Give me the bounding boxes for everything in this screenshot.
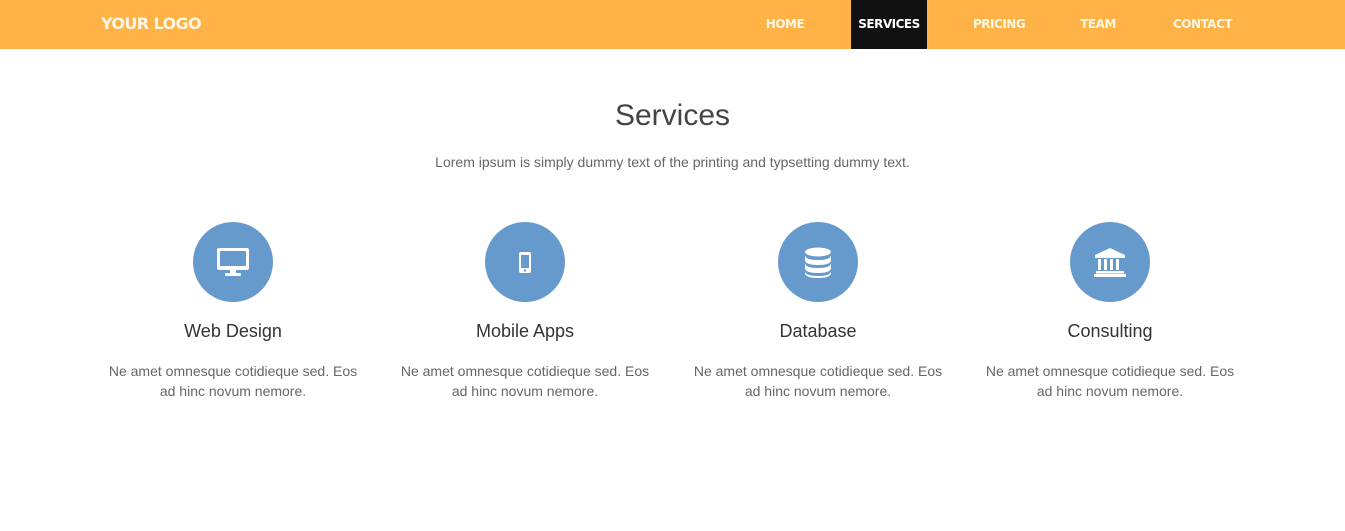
service-icon-circle (485, 222, 565, 302)
site-logo[interactable]: YOUR LOGO (101, 14, 202, 34)
service-card-web-design: Web Design Ne amet omnesque cotidieque s… (103, 222, 363, 401)
service-description: Ne amet omnesque cotidieque sed. Eos ad … (985, 363, 1235, 399)
top-navbar: YOUR LOGO HOME SERVICES PRICING TEAM CON… (0, 0, 1345, 49)
desktop-icon (217, 248, 249, 276)
service-card-consulting: Consulting Ne amet omnesque cotidieque s… (980, 222, 1240, 401)
section-title: Services (614, 99, 731, 132)
database-icon (805, 247, 831, 278)
service-icon-circle (1070, 222, 1150, 302)
service-icon-circle (778, 222, 858, 302)
service-title: Mobile Apps (475, 321, 575, 341)
nav-contact[interactable]: CONTACT (1173, 0, 1233, 49)
service-description: Ne amet omnesque cotidieque sed. Eos ad … (108, 363, 358, 399)
section-subtitle: Lorem ipsum is simply dummy text of the … (435, 154, 910, 170)
nav-home[interactable]: HOME (763, 0, 807, 49)
service-card-mobile-apps: Mobile Apps Ne amet omnesque cotidieque … (395, 222, 655, 401)
service-description: Ne amet omnesque cotidieque sed. Eos ad … (693, 363, 943, 399)
bank-icon (1094, 248, 1126, 277)
nav-pricing[interactable]: PRICING (973, 0, 1026, 49)
nav-services[interactable]: SERVICES (851, 0, 927, 49)
service-description: Ne amet omnesque cotidieque sed. Eos ad … (400, 363, 650, 399)
service-card-database: Database Ne amet omnesque cotidieque sed… (688, 222, 948, 401)
service-title: Web Design (184, 321, 282, 341)
service-icon-circle (193, 222, 273, 302)
mobile-icon (519, 252, 531, 273)
service-title: Database (779, 321, 857, 341)
service-title: Consulting (1067, 321, 1153, 341)
nav-team[interactable]: TEAM (1080, 0, 1116, 49)
